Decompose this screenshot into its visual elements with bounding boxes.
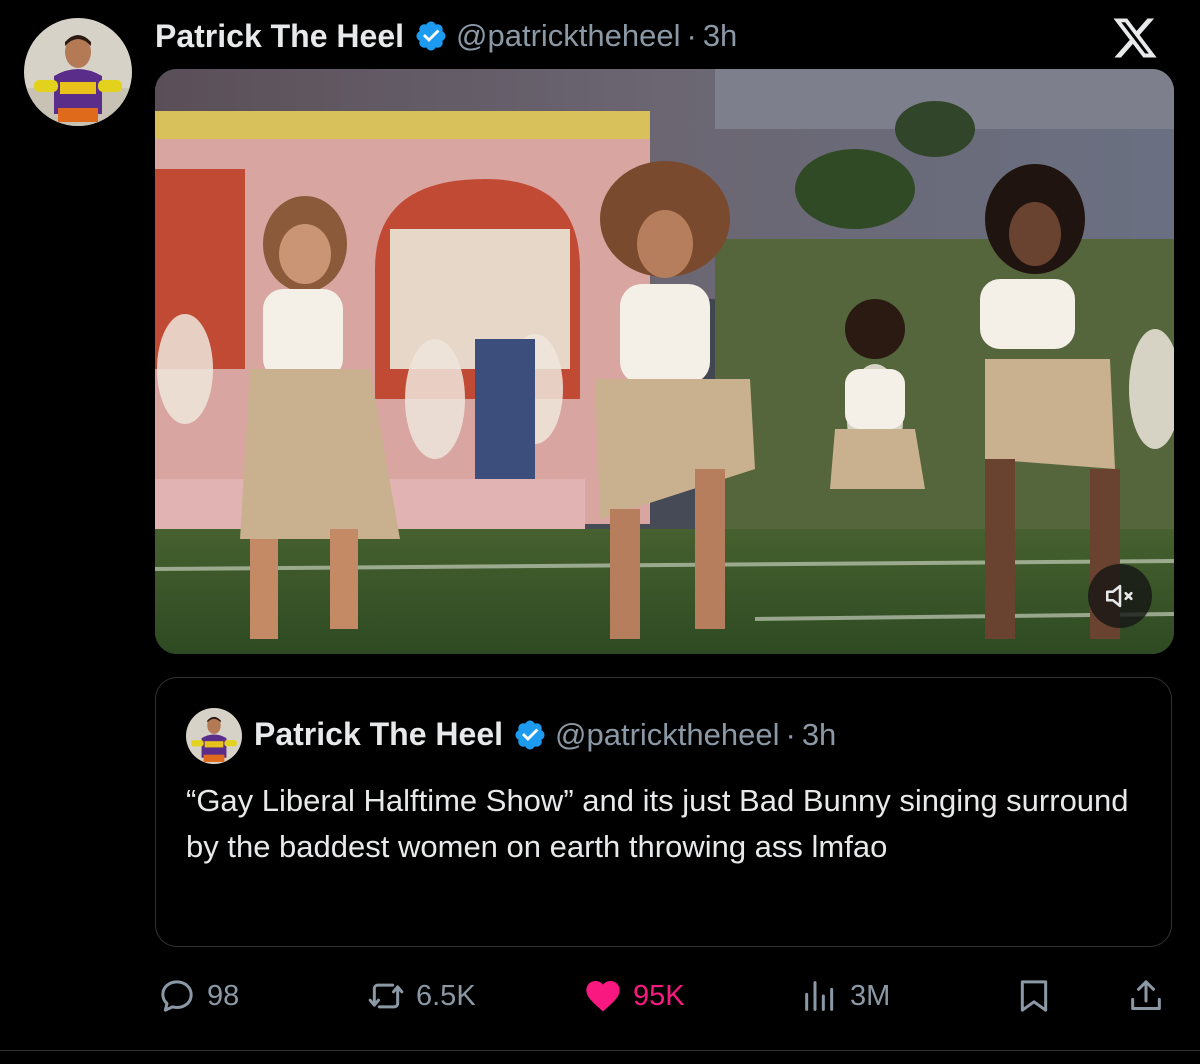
x-logo-icon: [1110, 14, 1160, 62]
quoted-tweet[interactable]: Patrick The Heel @patricktheheel · 3h “G…: [155, 677, 1172, 947]
video-media[interactable]: [155, 69, 1174, 654]
tweet-header: Patrick The Heel @patricktheheel · 3h: [155, 14, 737, 58]
heart-filled-icon: [586, 981, 620, 1012]
separator-dot: ·: [686, 18, 697, 53]
repost-count: 6.5K: [416, 979, 476, 1012]
quoted-author-handle[interactable]: @patricktheheel: [555, 717, 779, 753]
post-time[interactable]: 3h: [703, 18, 737, 54]
reply-bubble-icon: [161, 980, 193, 1012]
tweet-action-bar: 98 6.5K 95K 3M: [0, 968, 1200, 1028]
video-frame-image: [155, 69, 1174, 654]
author-handle[interactable]: @patricktheheel: [456, 18, 680, 54]
separator-dot: ·: [785, 716, 796, 752]
verified-badge-icon: [414, 19, 448, 53]
repost-arrows-icon: [368, 983, 404, 1009]
quoted-tweet-header: Patrick The Heel @patricktheheel · 3h: [254, 716, 836, 753]
share-button[interactable]: [1126, 968, 1166, 1024]
reply-button[interactable]: 98: [157, 968, 239, 1024]
reply-count: 98: [207, 979, 240, 1012]
quoted-author-avatar[interactable]: [186, 708, 242, 764]
bookmark-icon: [1020, 980, 1048, 1012]
author-name[interactable]: Patrick The Heel: [155, 18, 404, 55]
quoted-author-name[interactable]: Patrick The Heel: [254, 716, 503, 753]
views-count: 3M: [850, 979, 891, 1012]
like-button[interactable]: 95K: [583, 968, 685, 1024]
like-count: 95K: [633, 979, 685, 1012]
author-avatar[interactable]: [24, 18, 132, 126]
bar-chart-icon: [805, 981, 834, 1011]
views-button[interactable]: 3M: [800, 968, 890, 1024]
verified-badge-icon: [513, 718, 547, 752]
quoted-tweet-text: “Gay Liberal Halftime Show” and its just…: [186, 783, 1129, 864]
quoted-post-time[interactable]: 3h: [802, 717, 836, 753]
speaker-muted-icon: [1105, 584, 1133, 608]
divider: [0, 1050, 1200, 1051]
share-upload-icon: [1131, 980, 1161, 1010]
bookmark-button[interactable]: [1014, 968, 1054, 1024]
repost-button[interactable]: 6.5K: [366, 968, 476, 1024]
mute-toggle-button[interactable]: [1088, 564, 1152, 628]
